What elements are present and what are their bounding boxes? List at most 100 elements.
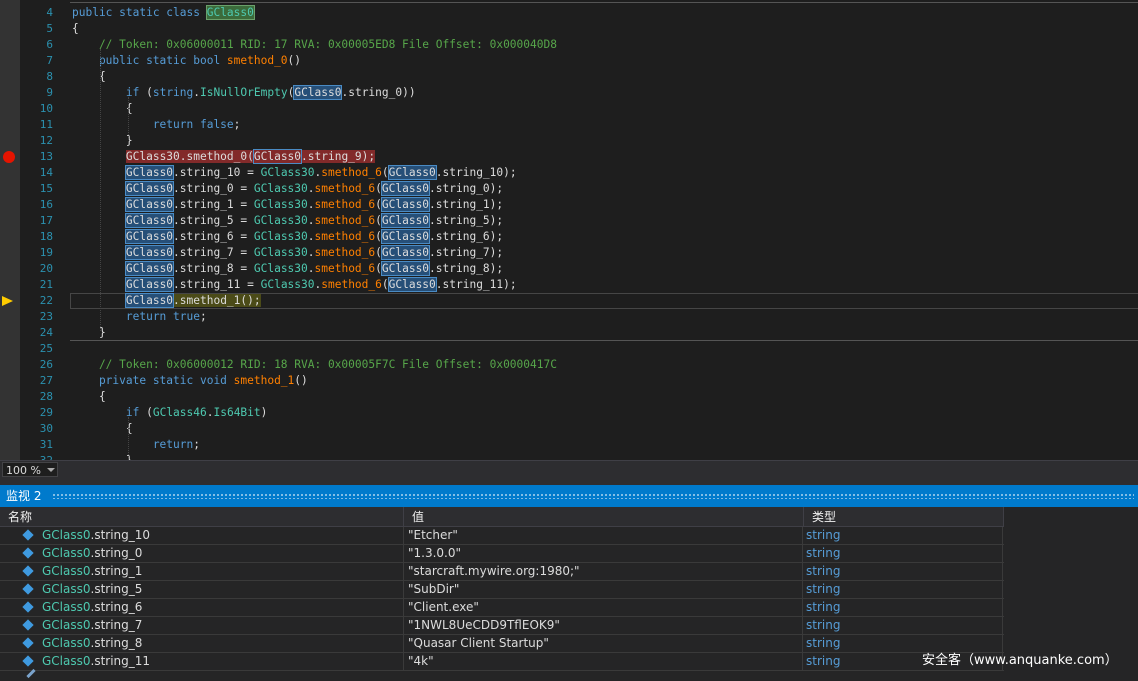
code-token: GClass0: [205, 5, 255, 20]
line-number: 18: [39, 230, 53, 243]
watch-type-cell: string: [804, 599, 1003, 616]
code-line[interactable]: 22 GClass0.smethod_1();: [0, 293, 1138, 309]
watch-name-cell[interactable]: GClass0.string_10: [0, 527, 404, 544]
watch-value-cell[interactable]: "SubDir": [404, 581, 803, 598]
watch-name-cell[interactable]: GClass0.string_7: [0, 617, 404, 634]
watch-value-cell[interactable]: "1NWL8UeCDD9TflEOK9": [404, 617, 803, 634]
line-number: 14: [39, 166, 53, 179]
code-token: smethod_6: [321, 278, 382, 291]
code-line[interactable]: 10 {: [0, 101, 1138, 117]
watch-value-cell[interactable]: "Quasar Client Startup": [404, 635, 803, 652]
code-line[interactable]: 11 return false;: [0, 117, 1138, 133]
code-line[interactable]: 23 return true;: [0, 309, 1138, 325]
code-line[interactable]: 28 {: [0, 389, 1138, 405]
watch-value-cell[interactable]: "Etcher": [404, 527, 803, 544]
code-token: .string_6 =: [173, 230, 254, 243]
code-line[interactable]: 16 GClass0.string_1 = GClass30.smethod_6…: [0, 197, 1138, 213]
code-token: return false: [72, 118, 234, 131]
column-header-value[interactable]: 值: [404, 507, 804, 527]
code-line[interactable]: 14 GClass0.string_10 = GClass30.smethod_…: [0, 165, 1138, 181]
watch-expression-field: .string_10: [90, 528, 151, 542]
column-header-name-label: 名称: [8, 510, 33, 524]
code-token: .string_5);: [429, 214, 504, 227]
watch-panel-header[interactable]: 监视 2: [0, 485, 1138, 507]
breakpoint-icon[interactable]: [3, 151, 15, 163]
watch-name-cell[interactable]: GClass0.string_1: [0, 563, 404, 580]
code-token: smethod_6: [314, 214, 376, 227]
code-line[interactable]: 17 GClass0.string_5 = GClass30.smethod_6…: [0, 213, 1138, 229]
watch-row[interactable]: GClass0.string_1 "starcraft.mywire.org:19…: [0, 563, 1004, 581]
code-line[interactable]: 8 {: [0, 69, 1138, 85]
watch-expression-class: GClass0: [42, 636, 91, 650]
watch-name-cell[interactable]: GClass0.string_8: [0, 635, 404, 652]
column-header-type[interactable]: 类型: [804, 507, 1004, 527]
code-token: (: [375, 198, 382, 211]
watch-row[interactable]: GClass0.string_10 "Etcher" string: [0, 527, 1004, 545]
code-line[interactable]: 15 GClass0.string_0 = GClass30.smethod_6…: [0, 181, 1138, 197]
code-token: (: [381, 166, 389, 179]
watch-row[interactable]: GClass0.string_5 "SubDir" string: [0, 581, 1004, 599]
code-line[interactable]: 12 }: [0, 133, 1138, 149]
code-token: .string_5 =: [173, 214, 254, 227]
field-icon: [22, 547, 34, 559]
code-line[interactable]: 27 private static void smethod_1(): [0, 373, 1138, 389]
watch-expression-field: .string_7: [90, 618, 143, 632]
line-number: 31: [39, 438, 53, 451]
code-token: .string_11);: [435, 278, 517, 291]
watch-value-cell[interactable]: "4k": [404, 653, 803, 670]
code-token: GClass46: [152, 406, 207, 419]
code-line[interactable]: 13 GClass30.smethod_0(GClass0.string_9);: [0, 149, 1138, 165]
code-line[interactable]: 31 return;: [0, 437, 1138, 453]
code-text: public static bool smethod_0(): [72, 53, 301, 69]
code-line[interactable]: 20 GClass0.string_8 = GClass30.smethod_6…: [0, 261, 1138, 277]
watch-name-cell[interactable]: GClass0.string_5: [0, 581, 404, 598]
line-number: 6: [46, 38, 53, 51]
editor-status-bar: 100 %: [0, 460, 1138, 479]
drag-grip[interactable]: [52, 493, 1134, 499]
watch-row[interactable]: GClass0.string_7 "1NWL8UeCDD9TflEOK9" stri…: [0, 617, 1004, 635]
code-token: ;: [199, 310, 207, 323]
watch-row[interactable]: GClass0.string_8 "Quasar Client Startup" s…: [0, 635, 1004, 653]
code-token: public static class: [72, 6, 207, 19]
code-editor[interactable]: 4 public static class GClass0 5{6 // Token…: [0, 0, 1138, 460]
code-line[interactable]: 19 GClass0.string_7 = GClass30.smethod_6…: [0, 245, 1138, 261]
watch-value-cell[interactable]: "starcraft.mywire.org:1980;": [404, 563, 803, 580]
watch-row[interactable]: GClass0.string_11 "4k" string: [0, 653, 1004, 671]
code-text: GClass0.string_0 = GClass30.smethod_6(GC…: [72, 181, 503, 197]
code-text: GClass30.smethod_0(GClass0.string_9);: [72, 149, 376, 165]
code-token: GClass0: [252, 149, 303, 164]
code-line[interactable]: 24 }: [0, 325, 1138, 341]
watch-value-cell[interactable]: "Client.exe": [404, 599, 803, 616]
code-line[interactable]: 21 GClass0.string_11 = GClass30.smethod_…: [0, 277, 1138, 293]
code-token: .: [307, 214, 315, 227]
watch-row[interactable]: GClass0.string_6 "Client.exe" string: [0, 599, 1004, 617]
code-token: if: [72, 86, 147, 99]
column-header-name[interactable]: 名称: [0, 507, 404, 527]
code-token: .: [307, 246, 315, 259]
code-line[interactable]: 7 public static bool smethod_0(): [0, 53, 1138, 69]
watch-value-cell[interactable]: "1.3.0.0": [404, 545, 803, 562]
code-line[interactable]: 26 // Token: 0x06000012 RID: 18 RVA: 0x0…: [0, 357, 1138, 373]
watch-type-cell: string: [804, 563, 1003, 580]
watch-name-cell[interactable]: GClass0.string_11: [0, 653, 404, 670]
code-line[interactable]: 25: [0, 341, 1138, 357]
code-line[interactable]: 30 {: [0, 421, 1138, 437]
watch-row[interactable]: GClass0.string_0 "1.3.0.0" string: [0, 545, 1004, 563]
code-line[interactable]: 18 GClass0.string_6 = GClass30.smethod_6…: [0, 229, 1138, 245]
code-line[interactable]: 5{: [0, 21, 1138, 37]
code-line[interactable]: 9 if (string.IsNullOrEmpty(GClass0.strin…: [0, 85, 1138, 101]
code-line[interactable]: 32 }: [0, 453, 1138, 460]
watch-name-cell[interactable]: GClass0.string_6: [0, 599, 404, 616]
add-watch-row[interactable]: [0, 668, 1004, 681]
code-line[interactable]: 4 public static class GClass0: [0, 5, 1138, 21]
code-line[interactable]: 29 if (GClass46.Is64Bit): [0, 405, 1138, 421]
watch-panel-title: 监视 2: [6, 489, 42, 503]
watch-name-cell[interactable]: GClass0.string_0: [0, 545, 404, 562]
code-line[interactable]: 6 // Token: 0x06000011 RID: 17 RVA: 0x00…: [0, 37, 1138, 53]
code-token: GClass0: [124, 261, 175, 276]
zoom-dropdown[interactable]: 100 %: [2, 462, 58, 477]
line-number: 9: [46, 86, 53, 99]
code-token: GClass0: [387, 165, 437, 180]
